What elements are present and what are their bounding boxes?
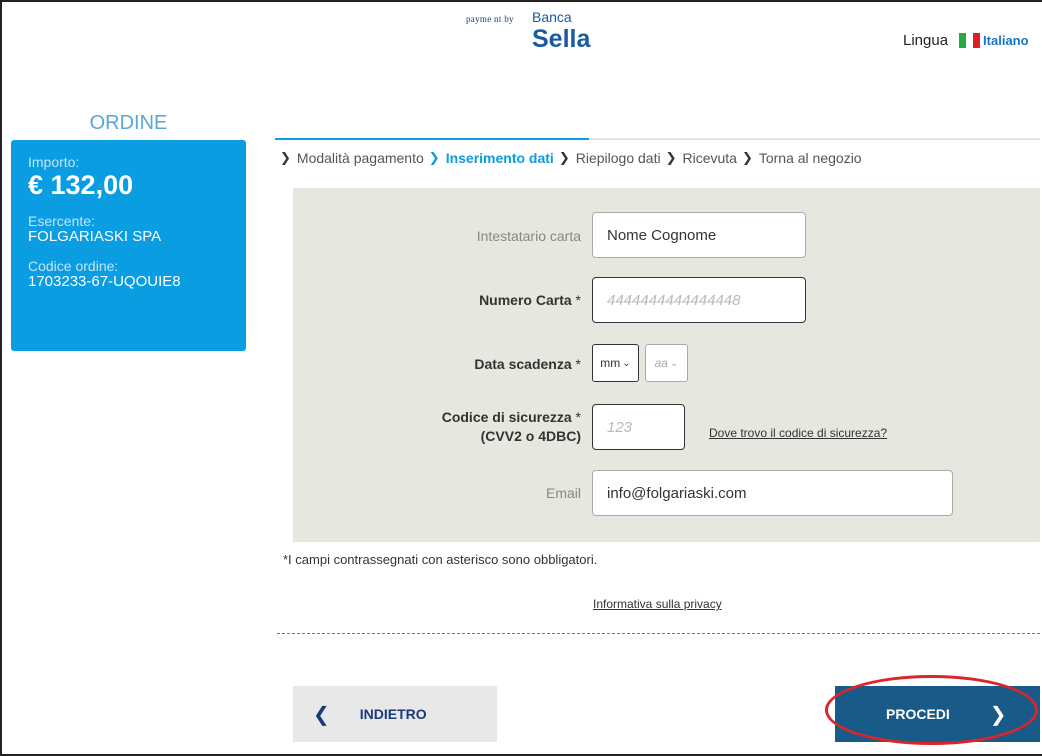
order-summary-box: Importo: € 132,00 Esercente: FOLGARIASKI…: [11, 140, 246, 351]
order-code-value: 1703233-67-UQOUIE8: [28, 273, 181, 290]
breadcrumb: ❯ Modalità pagamento ❯ Inserimento dati …: [280, 150, 867, 166]
step-back-to-shop: Torna al negozio: [758, 150, 862, 166]
chevron-down-icon: ⌄: [622, 357, 631, 369]
step-receipt: Ricevuta: [682, 150, 737, 166]
language-link[interactable]: Italiano: [983, 33, 1029, 48]
card-number-placeholder: 4444444444444448: [607, 291, 741, 309]
order-title: ORDINE: [89, 112, 168, 134]
chevron-down-icon: ⌄: [669, 357, 679, 369]
merchant-label: Esercente:: [28, 213, 95, 229]
holder-value: Nome Cognome: [607, 226, 717, 244]
cvv-placeholder: 123: [607, 418, 633, 436]
email-label: Email: [545, 485, 581, 501]
back-button[interactable]: ❮ INDIETRO: [293, 686, 497, 742]
brand-sella: Sella: [532, 25, 591, 53]
italian-flag-icon: [959, 33, 981, 48]
back-button-label: INDIETRO: [359, 706, 427, 722]
chevron-right-icon: ❯: [741, 150, 753, 165]
step-payment-method: Modalità pagamento: [296, 150, 424, 166]
expiry-label: Data scadenza *: [474, 356, 581, 372]
holder-label: Intestatario carta: [476, 228, 581, 244]
order-code-label: Codice ordine:: [28, 258, 119, 274]
cvv-help-link[interactable]: Dove trovo il codice di sicurezza?: [709, 426, 887, 440]
progress-line-active: [275, 138, 589, 140]
expiry-year-select[interactable]: aa ⌄: [645, 344, 688, 382]
cvv-input[interactable]: 123: [592, 404, 685, 450]
amount-label: Importo:: [28, 154, 80, 170]
proceed-button-label: PROCEDI: [886, 706, 950, 722]
chevron-right-icon: ❯: [280, 150, 291, 165]
brand-banca: Banca: [532, 9, 572, 25]
email-input[interactable]: info@folgariaski.com: [592, 470, 953, 516]
step-summary: Riepilogo dati: [575, 150, 661, 166]
required-fields-note: *I campi contrassegnati con asterisco so…: [283, 552, 598, 567]
holder-input[interactable]: Nome Cognome: [592, 212, 806, 258]
language-label: Lingua: [903, 32, 949, 49]
divider: [277, 633, 1040, 634]
chevron-right-icon: ❯: [428, 150, 440, 165]
chevron-right-icon: ❯: [558, 150, 570, 165]
card-number-label: Numero Carta *: [479, 292, 581, 308]
brand-tagline: payme nt by: [466, 14, 514, 24]
email-value: info@folgariaski.com: [607, 484, 747, 502]
cvv-label: Codice di sicurezza * (CVV2 o 4DBC): [441, 409, 581, 444]
privacy-link[interactable]: Informativa sulla privacy: [593, 597, 722, 611]
chevron-right-icon: ❯: [989, 703, 1007, 726]
bank-logo: payme nt by Banca Sella: [466, 8, 606, 58]
merchant-value: FOLGARIASKI SPA: [28, 228, 162, 245]
card-number-input[interactable]: 4444444444444448: [592, 277, 806, 323]
progress-line: [275, 138, 1040, 140]
step-data-entry: Inserimento dati: [445, 150, 554, 166]
proceed-button[interactable]: PROCEDI ❯: [835, 686, 1040, 742]
language-selector: Lingua Italiano: [903, 32, 1029, 49]
amount-value: € 132,00: [28, 170, 134, 200]
chevron-left-icon: ❮: [313, 703, 330, 726]
expiry-month-select[interactable]: mm ⌄: [592, 344, 639, 382]
chevron-right-icon: ❯: [665, 150, 677, 165]
